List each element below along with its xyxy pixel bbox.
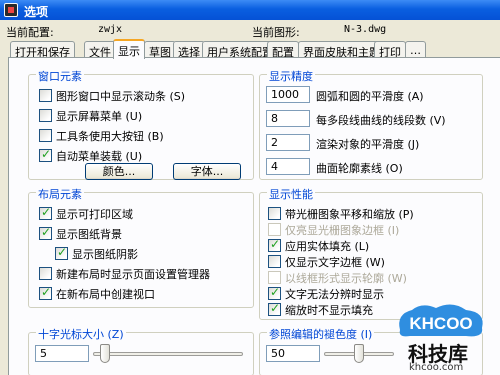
tab-drafting[interactable]: 草图 [144, 41, 176, 59]
checkbox-label: 图形窗口中显示滚动条 (S) [56, 90, 186, 103]
tab-skins-themes[interactable]: 界面皮肤和主题 [298, 41, 385, 59]
display-resolution-title: 显示精度 [267, 68, 315, 84]
checkbox-box[interactable] [39, 225, 52, 240]
current-drawing: 当前图形: N-3.dwg [252, 24, 492, 39]
watermark-url: khcoo.com [409, 362, 464, 373]
arc-smoothness-input[interactable]: 1000 [266, 86, 310, 103]
current-profile-label: 当前配置: [6, 26, 54, 39]
display-performance-title: 显示性能 [267, 186, 315, 202]
tab-files[interactable]: 文件 [84, 41, 116, 59]
checkbox-box [268, 271, 281, 284]
checkbox-label: 仅亮显光栅图象边框 (I) [285, 224, 400, 237]
current-profile: 当前配置: zwjx [6, 24, 246, 39]
checkbox-box[interactable] [268, 285, 281, 300]
checkbox-label: 以线框形式显示轮廓 (W) [285, 272, 407, 285]
arc-smoothness-label: 圆弧和圆的平滑度 (A) [316, 90, 424, 103]
checkbox-box[interactable] [39, 267, 52, 280]
checkbox-box[interactable] [39, 89, 52, 102]
xref-fade-input[interactable]: 50 [266, 345, 320, 362]
checkbox-box[interactable] [39, 109, 52, 122]
layout-elements-title: 布局元素 [36, 186, 84, 202]
current-profile-value: zwjx [98, 24, 123, 35]
tab-strip: 打开和保存 文件 显示 草图 选择 用户系统配置 配置 界面皮肤和主题 打印 … [8, 39, 500, 59]
checkbox-label: 显示可打印区域 [56, 208, 133, 221]
colors-button[interactable]: 颜色... [85, 163, 153, 180]
checkbox-box[interactable] [39, 147, 52, 162]
khcoo-watermark-logo: KHCOO [399, 304, 483, 337]
tab-plot[interactable]: 打印 [374, 41, 406, 59]
checkbox-box[interactable] [39, 285, 52, 300]
render-smoothness-label: 渲染对象的平滑度 (J) [316, 138, 420, 151]
window-title: 选项 [24, 5, 49, 19]
checkbox-label: 在新布局中创建视口 [56, 288, 155, 301]
crosshair-size-title: 十字光标大小 (Z) [36, 326, 126, 342]
checkbox-box[interactable] [268, 237, 281, 252]
current-drawing-label: 当前图形: [252, 26, 300, 39]
contour-lines-input[interactable]: 4 [266, 158, 310, 175]
checkbox-label: 自动菜单装载 (U) [56, 150, 143, 163]
checkbox-box [268, 223, 281, 236]
checkbox-box[interactable] [55, 245, 68, 260]
checkbox-box[interactable] [268, 301, 281, 316]
app-icon [4, 3, 18, 17]
xref-fade-title: 参照编辑的褪色度 (I) [267, 326, 375, 342]
checkbox-label: 文字无法分辨时显示 [285, 288, 384, 301]
checkbox-label: 显示图纸背景 [56, 228, 122, 241]
checkbox-label: 显示屏幕菜单 (U) [56, 110, 143, 123]
checkbox-box[interactable] [268, 255, 281, 268]
xref-fade-slider-thumb[interactable] [354, 344, 364, 363]
contour-lines-label: 曲面轮廓素线 (O) [316, 162, 403, 175]
checkbox-label: 新建布局时显示页面设置管理器 [56, 268, 210, 281]
checkbox-box[interactable] [39, 129, 52, 142]
checkbox-label: 带光栅图象平移和缩放 (P) [285, 208, 414, 221]
window-elements-group: 窗口元素 图形窗口中显示滚动条 (S) 显示屏幕菜单 (U) 工具条使用大按钮 … [28, 68, 254, 180]
checkbox-label: 缩放时不显示填充 [285, 304, 373, 317]
polyline-segments-input[interactable]: 8 [266, 110, 310, 127]
tab-selection[interactable]: 选择 [173, 41, 205, 59]
tab-open-save[interactable]: 打开和保存 [10, 41, 75, 59]
layout-elements-group: 布局元素 显示可打印区域 显示图纸背景 显示图纸阴影 新建布局时显示页面设置管理… [28, 186, 254, 308]
checkbox-box[interactable] [268, 207, 281, 220]
tab-profiles[interactable]: 配置 [267, 41, 299, 59]
current-drawing-value: N-3.dwg [344, 24, 387, 35]
crosshair-size-input[interactable]: 5 [35, 345, 89, 362]
fonts-button[interactable]: 字体... [173, 163, 241, 180]
khcoo-brand-text: KHCOO [409, 314, 472, 333]
window-elements-title: 窗口元素 [36, 68, 84, 84]
crosshair-size-slider-track[interactable] [93, 352, 243, 356]
checkbox-box[interactable] [39, 205, 52, 220]
checkbox-label: 应用实体填充 (L) [285, 240, 370, 253]
checkbox-label: 显示图纸阴影 [72, 248, 138, 261]
render-smoothness-input[interactable]: 2 [266, 134, 310, 151]
polyline-segments-label: 每多段线曲线的线段数 (V) [316, 114, 446, 127]
crosshair-size-group: 十字光标大小 (Z) 5 [28, 326, 254, 375]
checkbox-label: 仅显示文字边框 (W) [285, 256, 385, 269]
tab-display[interactable]: 显示 [113, 39, 145, 59]
checkbox-label: 工具条使用大按钮 (B) [56, 130, 164, 143]
title-bar[interactable]: 选项 [0, 0, 500, 20]
tab-more[interactable]: … [405, 41, 426, 58]
display-resolution-group: 显示精度 1000 圆弧和圆的平滑度 (A) 8 每多段线曲线的线段数 (V) … [259, 68, 483, 180]
crosshair-size-slider-thumb[interactable] [100, 344, 110, 363]
